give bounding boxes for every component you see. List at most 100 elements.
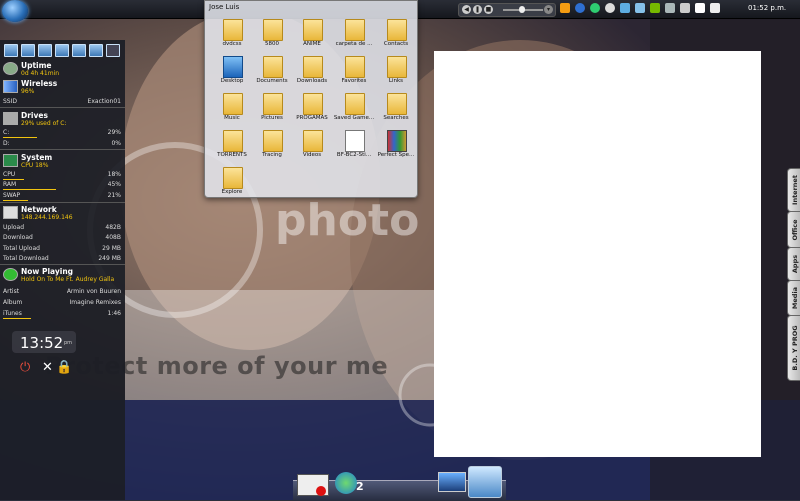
ssid-row: SSID Exaction01 — [3, 98, 121, 106]
volume-knob-icon[interactable] — [519, 6, 525, 13]
folder-icon-4[interactable] — [55, 44, 69, 57]
explorer-item-label: Downloads — [296, 78, 328, 84]
swap-value: 21% — [107, 192, 121, 199]
itunes-value: 1:46 — [107, 310, 121, 317]
explorer-item[interactable]: Searches — [375, 93, 417, 131]
explorer-item-label: Videos — [302, 152, 322, 158]
device-icon[interactable] — [680, 3, 690, 13]
previous-icon[interactable]: ◀ — [462, 5, 471, 14]
bluetooth-icon[interactable] — [575, 3, 585, 13]
explorer-item[interactable]: dvdcss — [211, 19, 253, 57]
album-row: Album Imagine Remixes — [3, 299, 121, 307]
explorer-item-label: ANIME — [303, 41, 321, 47]
folder-icon-6[interactable] — [89, 44, 103, 57]
folder-icon — [263, 93, 283, 115]
archive-icon — [387, 130, 407, 152]
folder-icon — [345, 93, 365, 115]
now-playing-title: Now Playing — [21, 267, 74, 276]
signal-icon[interactable] — [695, 3, 705, 13]
close-icon[interactable]: ✕ — [42, 360, 53, 375]
folder-icon-5[interactable] — [72, 44, 86, 57]
explorer-title: Jose Luis — [209, 3, 240, 11]
folder-icon-1[interactable] — [4, 44, 18, 57]
desktop-app-icon[interactable] — [438, 472, 466, 492]
computer-icon[interactable] — [106, 44, 120, 57]
shield-icon[interactable] — [665, 3, 675, 13]
lock-icon[interactable]: 🔒 — [56, 360, 72, 375]
ssid-value: Exaction01 — [87, 98, 121, 105]
explorer-item[interactable]: Favorites — [333, 56, 375, 94]
tab-bd-y-prog[interactable]: B.D. Y PROG — [787, 315, 800, 381]
artist-label: Artist — [3, 288, 20, 295]
start-orb-icon[interactable] — [2, 0, 28, 22]
explorer-item[interactable]: Music — [211, 93, 253, 131]
explorer-item[interactable]: Saved Game... — [333, 93, 375, 131]
download-value: 408B — [105, 234, 121, 241]
blank-panel — [434, 51, 761, 457]
explorer-item[interactable]: BF-BC2-Sti... — [333, 130, 375, 168]
ssid-label: SSID — [3, 98, 18, 105]
clock-widget-suffix: pm — [64, 340, 73, 346]
explorer-item[interactable]: carpeta de ... — [333, 19, 375, 57]
folder-icon-2[interactable] — [21, 44, 35, 57]
folder-icon — [263, 130, 283, 152]
network-icon[interactable] — [620, 3, 630, 13]
upload-row: Upload 482B — [3, 224, 121, 232]
file-icon — [345, 130, 365, 152]
explorer-item[interactable]: Videos — [291, 130, 333, 168]
system-value: CPU 18% — [21, 162, 49, 169]
explorer-item[interactable]: TORRENTS — [211, 130, 253, 168]
track-progress-bar[interactable] — [3, 318, 31, 319]
orange-app-icon[interactable] — [560, 3, 570, 13]
media-controls[interactable]: ◀ ❚ ■ ▾ — [458, 3, 556, 17]
green-app-icon[interactable] — [590, 3, 600, 13]
messenger-icon[interactable] — [335, 472, 357, 494]
divider — [0, 107, 125, 108]
drives-title: Drives — [21, 111, 48, 120]
uptime-value: 0d 4h 41min — [21, 70, 60, 77]
artist-value: Armin von Buuren — [66, 288, 121, 295]
explorer-item-label: Pictures — [261, 115, 283, 121]
network-icon-2[interactable] — [635, 3, 645, 13]
desktop-icon — [223, 56, 243, 78]
circle-app-icon[interactable] — [605, 3, 615, 13]
itunes-row[interactable]: iTunes 1:46 — [3, 310, 121, 318]
nvidia-icon[interactable] — [650, 3, 660, 13]
folder-icon — [223, 19, 243, 41]
explorer-item[interactable]: Desktop — [211, 56, 253, 94]
explorer-item[interactable]: 5800 — [251, 19, 293, 57]
download-row: Download 408B — [3, 234, 121, 242]
menu-arrow-icon[interactable]: ▾ — [544, 5, 553, 14]
explorer-item[interactable]: Explore — [211, 167, 253, 205]
play-pause-icon[interactable]: ❚ — [473, 5, 482, 14]
explorer-item[interactable]: Links — [375, 56, 417, 94]
explorer-item[interactable]: Documents — [251, 56, 293, 94]
explorer-item[interactable]: Perfect Spe... — [375, 130, 417, 168]
explorer-window[interactable]: Jose Luis dvdcss 5800 ANIME carpeta de ... C… — [204, 0, 418, 198]
power-icon[interactable]: ⏻ — [20, 360, 30, 375]
drive-d-label: D: — [3, 140, 10, 147]
explorer-item[interactable]: PROGAMAS — [291, 93, 333, 131]
monitor-icon — [3, 154, 18, 167]
drive-c-bar — [3, 137, 37, 138]
volume-icon[interactable] — [710, 3, 720, 13]
explorer-item[interactable]: Pictures — [251, 93, 293, 131]
folder-icon — [223, 130, 243, 152]
network-app-icon[interactable] — [468, 466, 502, 498]
explorer-item[interactable]: Contacts — [375, 19, 417, 57]
folder-icon — [387, 93, 407, 115]
stop-icon[interactable]: ■ — [484, 5, 493, 14]
explorer-item[interactable]: Tracing — [251, 130, 293, 168]
folder-icon-3[interactable] — [38, 44, 52, 57]
divider — [0, 202, 125, 203]
explorer-item[interactable]: Downloads — [291, 56, 333, 94]
wireless-value: 96% — [21, 88, 35, 95]
system-clock[interactable]: 01:52 p.m. — [748, 4, 786, 12]
upload-value: 482B — [105, 224, 121, 231]
clock-widget[interactable]: 13:52 pm — [12, 331, 76, 353]
explorer-item[interactable]: ANIME — [291, 19, 333, 57]
tab-media[interactable]: Media — [787, 280, 800, 316]
explorer-item-label: Contacts — [383, 41, 409, 47]
ram-value: 45% — [107, 181, 121, 188]
tab-bd-y-prog-label: B.D. Y PROG — [791, 325, 799, 371]
